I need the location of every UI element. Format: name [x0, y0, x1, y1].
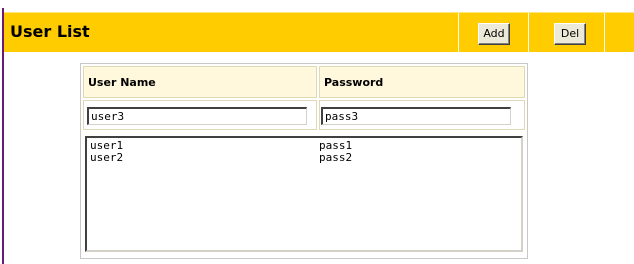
column-header-username: User Name: [83, 66, 317, 98]
header-bar: User List Add Del: [4, 12, 634, 52]
list-item-password: pass2: [319, 151, 353, 164]
delete-button[interactable]: Del: [554, 23, 586, 45]
list-item-username: user2: [90, 151, 124, 164]
user-table: User Name Password user1pass1user2 pass2: [80, 63, 528, 259]
add-button[interactable]: Add: [478, 23, 510, 45]
header-divider: [604, 13, 605, 52]
header-divider: [528, 13, 529, 52]
list-rows: user1 pass1 user2 pass2: [87, 138, 521, 164]
user-listbox[interactable]: user1 pass1 user2 pass2: [85, 136, 523, 252]
column-header-password: Password: [319, 66, 525, 98]
password-cell: [319, 100, 525, 130]
list-item[interactable]: user2 pass2: [87, 152, 521, 164]
password-input[interactable]: [321, 107, 511, 125]
username-cell: [83, 100, 317, 130]
page-title: User List: [10, 22, 90, 41]
list-item[interactable]: user1 pass1: [87, 140, 521, 152]
username-input[interactable]: [87, 107, 307, 125]
header-divider: [458, 13, 459, 52]
